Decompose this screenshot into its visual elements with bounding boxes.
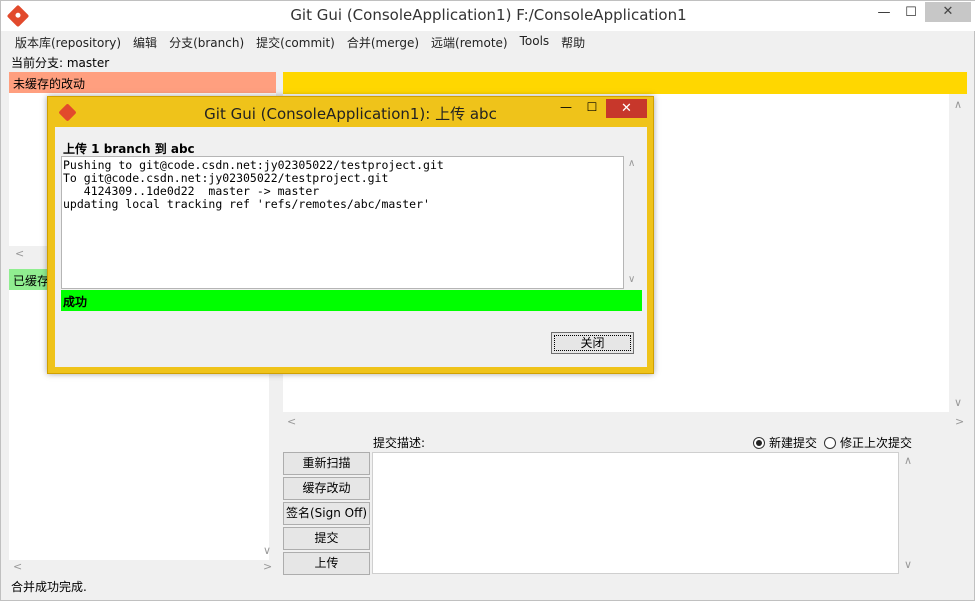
menu-edit[interactable]: 编辑 [127,32,163,52]
new-commit-option[interactable]: 新建提交 [753,434,817,451]
amend-commit-option[interactable]: 修正上次提交 [824,434,912,451]
scroll-left-icon[interactable]: < [287,415,296,428]
scroll-up-icon[interactable]: ∧ [904,454,912,467]
diff-vscrollbar[interactable]: ∧ ∨ [951,94,967,412]
menu-branch[interactable]: 分支(branch) [163,32,250,52]
maximize-button[interactable]: ☐ [898,3,924,23]
staged-hscrollbar[interactable]: < > [9,560,276,574]
commit-vscrollbar[interactable]: ∧ ∨ [901,452,917,574]
push-button[interactable]: 上传 [283,552,370,575]
status-bar: 合并成功完成. [11,580,87,594]
window-title: Git Gui (ConsoleApplication1) F:/Console… [290,6,687,24]
new-commit-label: 新建提交 [769,436,818,450]
dialog-body: 上传 1 branch 到 abc Pushing to git@code.cs… [55,127,647,367]
scroll-right-icon[interactable]: > [263,560,272,573]
title-bar: Git Gui (ConsoleApplication1) F:/Console… [1,1,975,31]
push-heading: 上传 1 branch 到 abc [63,142,195,156]
scroll-left-icon[interactable]: < [13,560,22,573]
log-vscrollbar[interactable]: ∧ ∨ [625,156,641,289]
sign-off-button[interactable]: 签名(Sign Off) [283,502,370,525]
menu-bar: 版本库(repository) 编辑 分支(branch) 提交(commit)… [1,32,975,52]
commit-message-input[interactable] [372,452,899,574]
scroll-down-icon[interactable]: ∨ [954,396,962,409]
dialog-close-button[interactable]: ✕ [606,99,647,118]
menu-remote[interactable]: 远端(remote) [425,32,514,52]
scroll-down-icon[interactable]: ∨ [904,558,912,571]
diff-hscrollbar[interactable]: < > [283,414,967,430]
dialog-minimize-button[interactable]: — [555,100,577,118]
menu-commit[interactable]: 提交(commit) [250,32,341,52]
amend-commit-label: 修正上次提交 [840,436,913,450]
scroll-down-icon[interactable]: ∨ [628,274,635,285]
commit-message-label: 提交描述: [373,436,426,450]
commit-button[interactable]: 提交 [283,527,370,550]
menu-merge[interactable]: 合并(merge) [341,32,425,52]
menu-tools[interactable]: Tools [514,32,556,52]
unstaged-changes-header: 未缓存的改动 [9,72,276,93]
current-branch-label: 当前分支: master [11,56,110,70]
scroll-left-icon[interactable]: < [15,247,24,260]
menu-repository[interactable]: 版本库(repository) [9,32,127,52]
scroll-down-icon[interactable]: ∨ [263,544,271,557]
close-button[interactable]: ✕ [925,2,971,22]
stage-changes-button[interactable]: 缓存改动 [283,477,370,500]
minimize-button[interactable]: — [871,3,897,23]
success-status-bar: 成功 [61,290,642,311]
radio-selected-icon[interactable] [753,436,765,449]
scroll-up-icon[interactable]: ∧ [954,98,962,111]
diff-header [283,72,967,94]
scroll-up-icon[interactable]: ∧ [628,158,635,169]
close-dialog-button[interactable]: 关闭 [551,332,634,354]
push-output-log[interactable]: Pushing to git@code.csdn.net:jy02305022/… [61,156,624,289]
rescan-button[interactable]: 重新扫描 [283,452,370,475]
radio-unselected-icon[interactable] [824,436,836,449]
scroll-right-icon[interactable]: > [955,415,964,428]
menu-help[interactable]: 帮助 [555,32,591,52]
dialog-maximize-button[interactable]: ☐ [581,100,603,118]
push-dialog: Git Gui (ConsoleApplication1): 上传 abc — … [47,96,654,374]
